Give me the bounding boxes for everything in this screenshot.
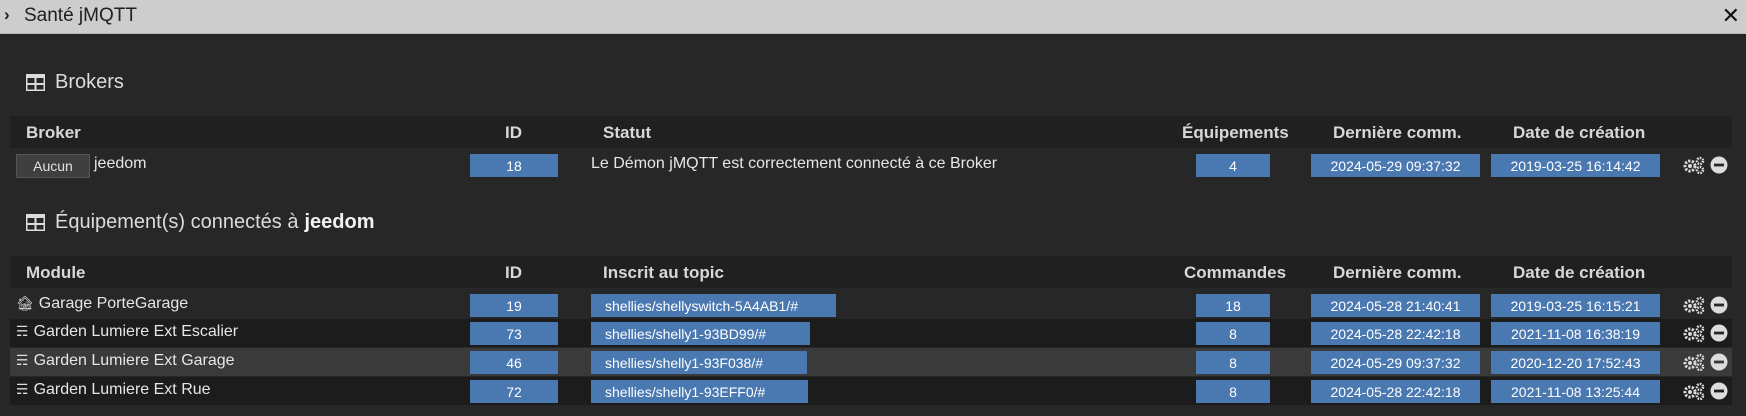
row-actions xyxy=(1682,296,1728,314)
broker-name[interactable]: jeedom xyxy=(94,155,146,173)
commandes-count-label: 8 xyxy=(1196,380,1270,403)
col-date-creation[interactable]: Date de création xyxy=(1513,123,1645,143)
col-equipements[interactable]: Équipements xyxy=(1182,123,1289,143)
table-row: 🏚 Garage PorteGarage 19 shellies/shellysw… xyxy=(10,291,1732,319)
topic-label: shellies/shelly1-93F038/# xyxy=(591,351,807,374)
gears-icon[interactable] xyxy=(1682,296,1706,314)
equipment-id-label: 19 xyxy=(470,294,558,317)
col-statut[interactable]: Statut xyxy=(603,123,651,143)
date-creation-label: 2021-11-08 13:25:44 xyxy=(1491,380,1660,403)
col-topic[interactable]: Inscrit au topic xyxy=(603,263,724,283)
col-id[interactable]: ID xyxy=(505,263,522,283)
equipements-section-title: Équipement(s) connectés à jeedom xyxy=(26,210,375,234)
derniere-comm-label: 2024-05-28 21:40:41 xyxy=(1311,294,1480,317)
module-cell[interactable]: ☴ Garden Lumiere Ext Rue xyxy=(16,381,211,399)
derniere-comm-label: 2024-05-28 22:42:18 xyxy=(1311,322,1480,345)
module-name[interactable]: Garden Lumiere Ext Garage xyxy=(34,352,235,369)
remove-circle-icon[interactable] xyxy=(1710,156,1728,174)
window-title: Santé jMQTT xyxy=(24,5,137,26)
row-actions xyxy=(1682,382,1728,400)
row-actions xyxy=(1682,156,1728,174)
remove-circle-icon[interactable] xyxy=(1710,296,1728,314)
aucun-button[interactable]: Aucun xyxy=(16,154,90,178)
col-module[interactable]: Module xyxy=(26,263,86,283)
chevron-right-icon[interactable]: › xyxy=(4,5,10,25)
window-titlebar: › Santé jMQTT ✕ xyxy=(0,0,1746,34)
topic-label: shellies/shelly1-93BD99/# xyxy=(591,322,810,345)
broker-status: Le Démon jMQTT est correctement connecté… xyxy=(591,155,998,172)
equipment-id-label: 46 xyxy=(470,351,558,374)
gears-icon[interactable] xyxy=(1682,353,1706,371)
gears-icon[interactable] xyxy=(1682,382,1706,400)
topic-label: shellies/shelly1-93EFF0/# xyxy=(591,380,808,403)
module-name[interactable]: Garage PorteGarage xyxy=(39,295,188,312)
equipements-table-header: Module ID Inscrit au topic Commandes Der… xyxy=(10,256,1732,288)
col-broker[interactable]: Broker xyxy=(26,123,81,143)
remove-circle-icon[interactable] xyxy=(1710,353,1728,371)
close-icon[interactable]: ✕ xyxy=(1722,3,1740,29)
equipment-id-label: 72 xyxy=(470,380,558,403)
commandes-count-label: 8 xyxy=(1196,351,1270,374)
gears-icon[interactable] xyxy=(1682,156,1706,174)
remove-circle-icon[interactable] xyxy=(1710,324,1728,342)
col-id[interactable]: ID xyxy=(505,123,522,143)
commandes-count-label: 18 xyxy=(1196,294,1270,317)
commandes-count-label: 8 xyxy=(1196,322,1270,345)
date-creation-label: 2020-12-20 17:52:43 xyxy=(1491,351,1660,374)
remove-circle-icon[interactable] xyxy=(1710,382,1728,400)
broker-row: Aucun jeedom 18 Le Démon jMQTT est corre… xyxy=(10,151,1732,179)
brokers-table-header: Broker ID Statut Équipements Dernière co… xyxy=(10,116,1732,148)
light-icon: ☴ xyxy=(16,352,29,368)
table-icon xyxy=(26,213,45,231)
module-name[interactable]: Garden Lumiere Ext Escalier xyxy=(34,323,239,340)
gears-icon[interactable] xyxy=(1682,324,1706,342)
brokers-section-title: Brokers xyxy=(26,70,124,94)
col-commandes[interactable]: Commandes xyxy=(1184,263,1286,283)
garage-icon: 🏚 xyxy=(16,295,34,311)
module-name[interactable]: Garden Lumiere Ext Rue xyxy=(34,381,211,398)
col-date-creation[interactable]: Date de création xyxy=(1513,263,1645,283)
table-row: ☴ Garden Lumiere Ext Rue 72 shellies/shel… xyxy=(10,377,1732,405)
section-title-broker: jeedom xyxy=(304,210,375,233)
table-row: ☴ Garden Lumiere Ext Escalier 73 shellies… xyxy=(10,319,1732,347)
col-derniere-comm[interactable]: Dernière comm. xyxy=(1333,123,1462,143)
date-creation-label: 2021-11-08 16:38:19 xyxy=(1491,322,1660,345)
row-actions xyxy=(1682,353,1728,371)
col-derniere-comm[interactable]: Dernière comm. xyxy=(1333,263,1462,283)
section-title-text: Brokers xyxy=(55,70,124,93)
module-cell[interactable]: ☴ Garden Lumiere Ext Garage xyxy=(16,352,235,370)
light-icon: ☴ xyxy=(16,323,29,339)
row-actions xyxy=(1682,324,1728,342)
module-cell[interactable]: 🏚 Garage PorteGarage xyxy=(16,295,188,313)
derniere-comm-label: 2024-05-29 09:37:32 xyxy=(1311,351,1480,374)
table-icon xyxy=(26,73,45,91)
section-title-text: Équipement(s) connectés à xyxy=(55,210,299,233)
derniere-comm-label: 2024-05-28 22:42:18 xyxy=(1311,380,1480,403)
equipment-id-label: 73 xyxy=(470,322,558,345)
equipements-count-label: 4 xyxy=(1196,154,1270,177)
derniere-comm-label: 2024-05-29 09:37:32 xyxy=(1311,154,1480,177)
broker-id-label: 18 xyxy=(470,154,558,177)
date-creation-label: 2019-03-25 16:15:21 xyxy=(1491,294,1660,317)
date-creation-label: 2019-03-25 16:14:42 xyxy=(1491,154,1660,177)
topic-label: shellies/shellyswitch-5A4AB1/# xyxy=(591,294,836,317)
module-cell[interactable]: ☴ Garden Lumiere Ext Escalier xyxy=(16,323,238,341)
table-row: ☴ Garden Lumiere Ext Garage 46 shellies/s… xyxy=(10,348,1732,376)
light-icon: ☴ xyxy=(16,381,29,397)
